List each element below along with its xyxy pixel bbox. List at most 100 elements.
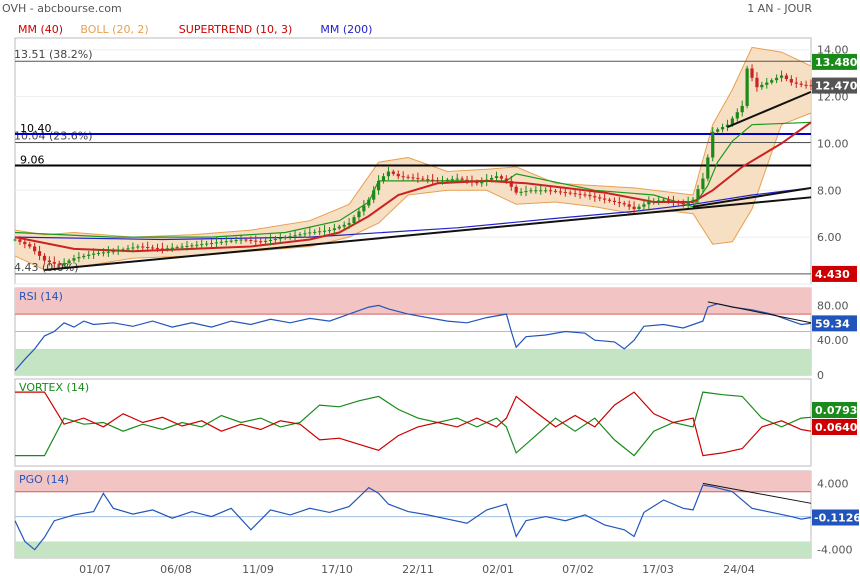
candle-body — [558, 191, 563, 193]
candle-body — [421, 178, 425, 180]
candle-body — [465, 179, 469, 181]
candle-body — [578, 193, 582, 195]
x-tick-label: 01/07 — [79, 563, 111, 576]
candle-body — [804, 84, 808, 86]
candle-body — [539, 190, 543, 192]
candle-body — [67, 260, 71, 263]
candle-body — [519, 191, 523, 193]
rsi-tick-label: 0 — [817, 369, 824, 382]
candle-body — [362, 205, 366, 212]
rsi-tick-label: 40.00 — [817, 334, 849, 347]
fib-level-label: 13.51 (38.2%) — [14, 48, 93, 61]
x-tick-label: 02/01 — [482, 563, 514, 576]
candle-body — [214, 242, 219, 244]
candle-body — [170, 247, 174, 249]
candle-body — [431, 179, 435, 181]
candle-body — [706, 157, 710, 179]
pgo-overbought-zone — [15, 471, 811, 492]
candle-body — [612, 200, 617, 202]
candle-body — [607, 199, 612, 201]
candle-body — [57, 263, 61, 266]
candle-body — [298, 234, 302, 236]
candle-body — [598, 197, 602, 199]
candle-body — [553, 190, 558, 192]
candle-body — [617, 202, 621, 204]
candle-body — [234, 240, 238, 242]
legend-item: SUPERTREND (10, 3) — [179, 23, 293, 36]
candle-body — [190, 245, 194, 247]
candle-body — [529, 190, 533, 192]
pgo-oversold-zone — [15, 541, 811, 558]
low-marker-label: 4.430 — [815, 268, 850, 281]
candle-body — [681, 203, 685, 205]
candle-body — [308, 232, 312, 234]
candle-body — [254, 240, 258, 242]
candle-body — [632, 206, 636, 210]
candle-body — [229, 240, 233, 242]
candle-body — [686, 202, 690, 205]
candle-body — [347, 223, 351, 225]
rsi-tick-label: 80.00 — [817, 299, 849, 312]
candle-body — [352, 217, 356, 224]
x-tick-label: 17/10 — [321, 563, 353, 576]
candle-body — [485, 179, 489, 182]
resistance-label: 9.06 — [20, 153, 45, 166]
vortex-title: VORTEX (14) — [19, 381, 89, 394]
candle-body — [588, 194, 592, 197]
candle-body — [627, 204, 631, 207]
candle-body — [475, 182, 479, 184]
high-marker-label: 13.480 — [815, 56, 858, 69]
candle-body — [789, 79, 793, 83]
candle-body — [92, 253, 96, 255]
candle-body — [711, 131, 715, 158]
candle-body — [377, 180, 381, 191]
panel-frame-2 — [14, 378, 812, 467]
candle-body — [244, 239, 248, 241]
candle-body — [13, 239, 17, 241]
candle-body — [372, 190, 376, 200]
candle-body — [716, 129, 720, 132]
candle-body — [794, 82, 798, 84]
vortex-last-label: 0.0640 — [815, 421, 858, 434]
candle-body — [490, 177, 494, 180]
x-tick-label: 22/11 — [402, 563, 434, 576]
rsi-title: RSI (14) — [19, 290, 63, 303]
candle-body — [283, 237, 287, 239]
candle-body — [42, 255, 47, 261]
candle-body — [273, 239, 278, 241]
candle-body — [666, 199, 671, 201]
candle-body — [224, 241, 228, 243]
vortex-last-label: 0.0793 — [815, 404, 857, 417]
x-tick-label: 17/03 — [642, 563, 674, 576]
candle-body — [28, 244, 32, 247]
candle-body — [121, 249, 125, 251]
candle-body — [386, 171, 391, 177]
candle-body — [435, 180, 440, 182]
candle-body — [637, 206, 641, 210]
candle-body — [87, 254, 91, 256]
legend-item: MM (200) — [320, 23, 372, 36]
pgo-tick-label: 4.000 — [817, 477, 849, 490]
price-tick-label: 6.00 — [817, 231, 842, 244]
candle-body — [765, 82, 769, 85]
candle-body — [470, 180, 474, 183]
candle-body — [460, 178, 464, 180]
candle-body — [263, 240, 268, 242]
candle-body — [401, 176, 405, 178]
candle-body — [259, 241, 263, 243]
candle-body — [755, 77, 759, 88]
last-price-marker-label: 12.470 — [815, 80, 858, 93]
candle-body — [524, 191, 528, 193]
candle-body — [249, 240, 253, 242]
stock-chart: 6.008.0010.0012.0014.0013.51 (38.2%)10.0… — [13, 23, 860, 576]
candle-body — [160, 248, 165, 250]
candle-body — [701, 178, 705, 190]
legend-item: BOLL (20, 2) — [80, 23, 148, 36]
candle-body — [440, 180, 445, 182]
price-tick-label: 8.00 — [817, 184, 842, 197]
candle-body — [563, 192, 567, 194]
candle-body — [455, 178, 459, 180]
candle-body — [450, 179, 454, 181]
candle-body — [504, 178, 508, 181]
candle-body — [534, 190, 538, 192]
